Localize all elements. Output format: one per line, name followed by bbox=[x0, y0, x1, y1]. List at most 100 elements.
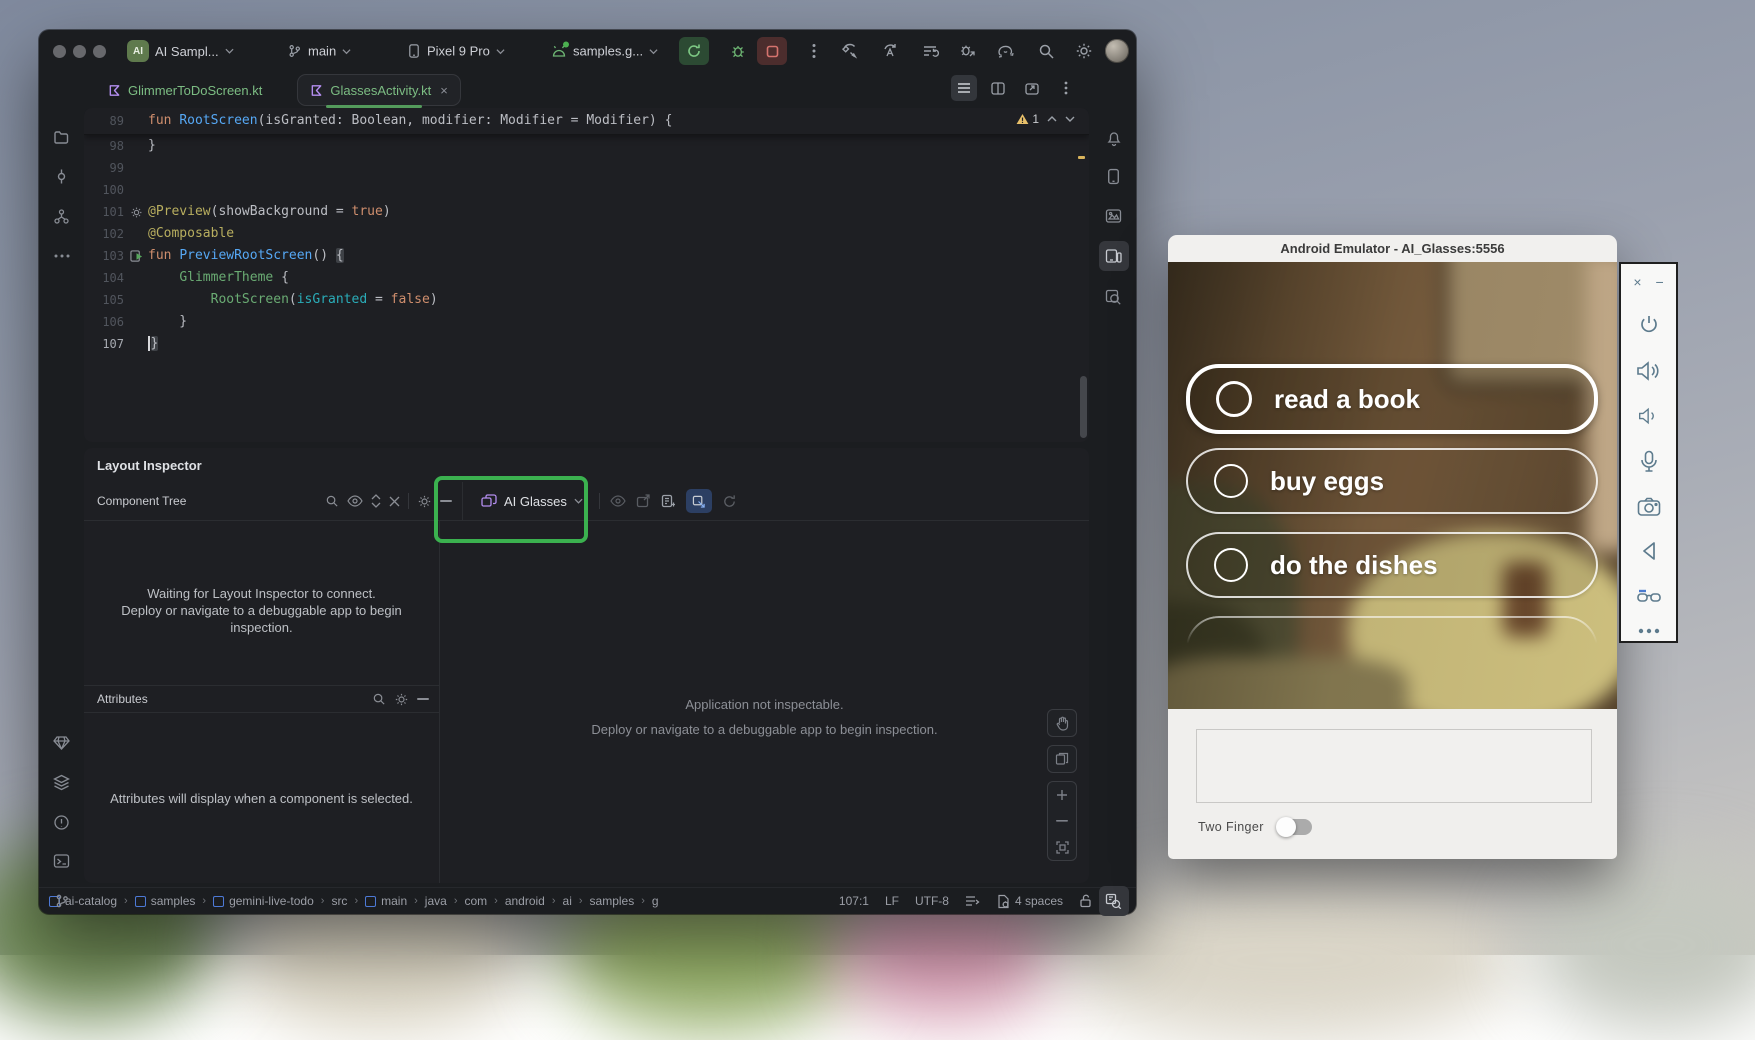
hide-panel-icon[interactable] bbox=[440, 500, 452, 502]
zoom-out-button[interactable] bbox=[1048, 808, 1076, 834]
attributes-hide-icon[interactable] bbox=[417, 698, 429, 700]
code-line[interactable]: 104 GlimmerTheme { bbox=[84, 267, 1089, 289]
tree-search-icon[interactable] bbox=[325, 494, 339, 508]
apply-code-changes-button[interactable] bbox=[915, 37, 945, 65]
tree-settings-icon[interactable] bbox=[417, 494, 432, 509]
more-options-button[interactable] bbox=[1638, 628, 1660, 634]
emulator-screen[interactable]: read a book buy eggs do the dishes bbox=[1168, 262, 1617, 709]
collapse-all-icon[interactable] bbox=[389, 496, 400, 507]
code-line[interactable]: 101@Preview(showBackground = true) bbox=[84, 201, 1089, 223]
breadcrumb-item[interactable]: g bbox=[652, 894, 659, 908]
warning-stripe-mark[interactable] bbox=[1078, 156, 1085, 159]
camera-button[interactable] bbox=[1637, 497, 1661, 517]
process-picker[interactable]: AI Glasses bbox=[481, 494, 583, 509]
breadcrumb-item[interactable]: gemini-live-todo bbox=[213, 894, 314, 908]
app-inspection-button[interactable] bbox=[1099, 282, 1129, 312]
more-actions-button[interactable] bbox=[799, 37, 829, 65]
breadcrumb-item[interactable]: samples bbox=[590, 894, 635, 908]
zoom-to-fit-button[interactable] bbox=[1048, 834, 1076, 860]
tree-view-options-icon[interactable] bbox=[347, 495, 363, 507]
breadcrumb-item[interactable]: android bbox=[505, 894, 545, 908]
task-pill[interactable]: read a book bbox=[1186, 364, 1598, 434]
view-options-icon[interactable] bbox=[610, 495, 626, 507]
volume-up-button[interactable] bbox=[1636, 360, 1662, 382]
preview-gutter-icon[interactable] bbox=[124, 250, 148, 263]
export-snapshot-icon[interactable] bbox=[636, 494, 651, 508]
breadcrumb-item[interactable]: src bbox=[331, 894, 347, 908]
split-editor-button[interactable] bbox=[985, 75, 1011, 101]
code-editor[interactable]: 89 fun RootScreen(isGranted: Boolean, mo… bbox=[84, 108, 1089, 442]
code-line[interactable]: 105 RootScreen(isGranted = false) bbox=[84, 289, 1089, 311]
glasses-button[interactable] bbox=[1636, 585, 1662, 605]
apply-changes-button[interactable] bbox=[875, 37, 905, 65]
project-widget[interactable]: AI AI Sampl... bbox=[127, 40, 234, 62]
emulator-close-button[interactable]: × bbox=[1633, 274, 1641, 290]
structure-tool-button[interactable] bbox=[47, 201, 77, 231]
volume-down-button[interactable] bbox=[1638, 405, 1660, 427]
search-everywhere-button[interactable] bbox=[1031, 37, 1061, 65]
resource-manager-button[interactable] bbox=[1099, 201, 1129, 231]
line-separator[interactable]: LF bbox=[885, 894, 899, 908]
code-line[interactable]: 107} bbox=[84, 333, 1089, 355]
user-avatar[interactable] bbox=[1105, 39, 1129, 63]
run-configuration-selector[interactable]: samples.g... bbox=[551, 44, 658, 59]
editor-scrollbar[interactable] bbox=[1080, 376, 1087, 438]
running-devices-button[interactable] bbox=[1099, 241, 1129, 271]
minimize-window-button[interactable] bbox=[73, 45, 86, 58]
device-selector[interactable]: Pixel 9 Pro bbox=[407, 44, 505, 59]
prev-issue-icon[interactable] bbox=[1047, 116, 1057, 122]
rerun-button[interactable] bbox=[679, 37, 709, 65]
reader-mode-icon[interactable] bbox=[965, 895, 980, 907]
inspections-widget[interactable]: 1 bbox=[1016, 112, 1075, 126]
version-control-tool-button[interactable] bbox=[47, 886, 77, 916]
terminal-tool-button[interactable] bbox=[47, 846, 77, 876]
task-pill[interactable]: buy eggs bbox=[1186, 448, 1598, 514]
tab-glimmertodoscreen[interactable]: GlimmerToDoScreen.kt bbox=[96, 75, 274, 105]
build-tool-button[interactable] bbox=[47, 767, 77, 797]
attributes-settings-icon[interactable] bbox=[394, 692, 409, 707]
lock-icon[interactable] bbox=[1079, 894, 1092, 908]
breadcrumb-item[interactable]: main bbox=[365, 894, 407, 908]
live-updates-toggle[interactable] bbox=[686, 489, 712, 513]
more-tools-button[interactable] bbox=[47, 241, 77, 271]
power-button[interactable] bbox=[1637, 313, 1661, 337]
dependencies-tool-button[interactable] bbox=[47, 728, 77, 758]
gradle-sync-button[interactable] bbox=[991, 37, 1021, 65]
detach-editor-button[interactable] bbox=[1019, 75, 1045, 101]
tab-glassesactivity[interactable]: GlassesActivity.kt × bbox=[298, 75, 459, 105]
refresh-icon[interactable] bbox=[722, 494, 737, 509]
notifications-button[interactable] bbox=[1099, 123, 1129, 153]
code-line[interactable]: 106 } bbox=[84, 311, 1089, 333]
code-line[interactable]: 103fun PreviewRootScreen() { bbox=[84, 245, 1089, 267]
zoom-window-button[interactable] bbox=[93, 45, 106, 58]
microphone-button[interactable] bbox=[1639, 450, 1659, 474]
attributes-search-icon[interactable] bbox=[372, 692, 386, 706]
code-line[interactable]: 99 bbox=[84, 157, 1089, 179]
breadcrumb-item[interactable]: ai bbox=[563, 894, 572, 908]
debug-button[interactable] bbox=[723, 37, 753, 65]
project-tool-button[interactable] bbox=[47, 122, 77, 152]
problems-tool-button[interactable] bbox=[47, 807, 77, 837]
attach-debugger-button[interactable] bbox=[953, 37, 983, 65]
touchpad-area[interactable] bbox=[1196, 729, 1592, 803]
zoom-in-button[interactable] bbox=[1048, 782, 1076, 808]
close-window-button[interactable] bbox=[53, 45, 66, 58]
two-finger-toggle[interactable] bbox=[1278, 819, 1312, 835]
code-line[interactable]: 102@Composable bbox=[84, 223, 1089, 245]
code-line[interactable]: 98} bbox=[84, 135, 1089, 157]
vcs-branch-widget[interactable]: main bbox=[287, 44, 351, 59]
code-line[interactable]: 100 bbox=[84, 179, 1089, 201]
emulator-minimize-button[interactable]: − bbox=[1656, 274, 1664, 290]
settings-button[interactable] bbox=[1069, 37, 1099, 65]
breadcrumb-item[interactable]: java bbox=[425, 894, 447, 908]
editor-options-button[interactable] bbox=[1053, 75, 1079, 101]
task-pill[interactable]: do the dishes bbox=[1186, 532, 1598, 598]
sticky-line[interactable]: 89 fun RootScreen(isGranted: Boolean, mo… bbox=[84, 108, 1089, 135]
file-encoding[interactable]: UTF-8 bbox=[915, 894, 949, 908]
breadcrumb-item[interactable]: com bbox=[464, 894, 487, 908]
layout-inspector-button[interactable] bbox=[1099, 886, 1129, 916]
3d-mode-button[interactable] bbox=[1048, 746, 1076, 772]
next-issue-icon[interactable] bbox=[1065, 116, 1075, 122]
stop-button[interactable] bbox=[757, 37, 787, 65]
back-button[interactable] bbox=[1639, 540, 1659, 562]
